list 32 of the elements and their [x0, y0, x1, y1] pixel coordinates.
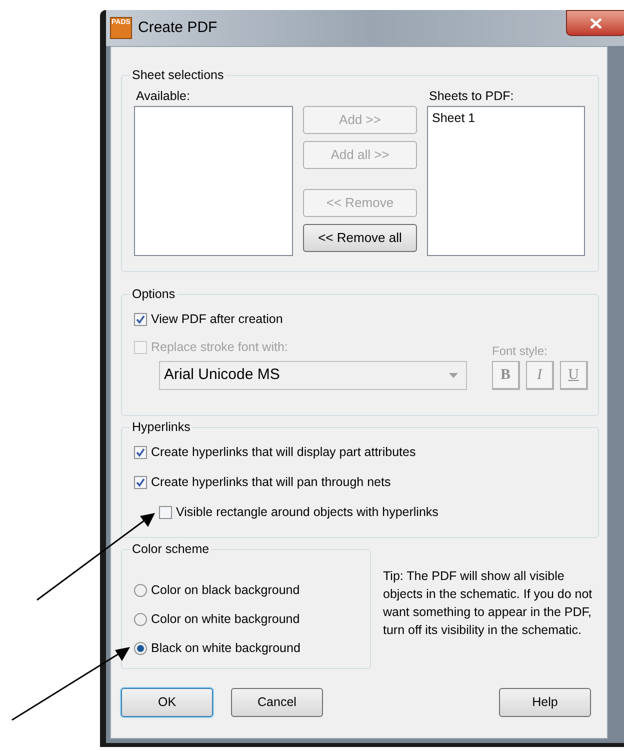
list-box[interactable]	[134, 106, 293, 256]
radio-button[interactable]	[134, 584, 147, 596]
checkbox[interactable]	[134, 476, 147, 488]
list-item[interactable]: Sheet 1	[432, 109, 580, 128]
group-title: Hyperlinks	[130, 419, 192, 435]
close-button[interactable]	[566, 10, 624, 36]
field-label: Font style:	[492, 343, 548, 359]
action-button[interactable]: << Remove all	[303, 224, 417, 252]
radio-button[interactable]	[134, 612, 147, 626]
dialog-button[interactable]: Help	[499, 688, 591, 717]
checkbox[interactable]	[134, 312, 147, 326]
checkbox-label: Visible rectangle around objects with hyperlinks	[176, 504, 438, 521]
checkbox[interactable]	[134, 446, 147, 458]
radio-label: Color on black background	[151, 582, 300, 599]
radio-button[interactable]	[134, 642, 147, 654]
radio-label: Color on white background	[151, 610, 300, 628]
checkbox[interactable]	[159, 506, 172, 518]
checkbox-label: Create hyperlinks that will display part attributes	[151, 444, 416, 461]
dialog-button[interactable]: Cancel	[231, 688, 323, 717]
dialog-button[interactable]: OK	[121, 688, 213, 717]
checkbox-label: Replace stroke font with:	[151, 338, 288, 356]
field-label: Sheets to PDF:	[429, 88, 515, 104]
close-icon	[590, 18, 602, 28]
field-label: Available:	[136, 88, 191, 104]
radio-label: Black on white background	[151, 640, 300, 657]
list-box[interactable]: Sheet 1	[427, 106, 585, 256]
group-title: Options	[130, 286, 178, 302]
window-title: Create PDF	[138, 18, 218, 38]
checkbox-label: Create hyperlinks that will pan through nets	[151, 474, 391, 491]
tip-text: Tip: The PDF will show all visible objects in the schematic. If you do not want something to appear in the PDF, turn off its visibility in the schematic.	[383, 568, 593, 639]
caret-icon	[449, 373, 458, 378]
checkbox-label: View PDF after creation	[151, 310, 283, 328]
